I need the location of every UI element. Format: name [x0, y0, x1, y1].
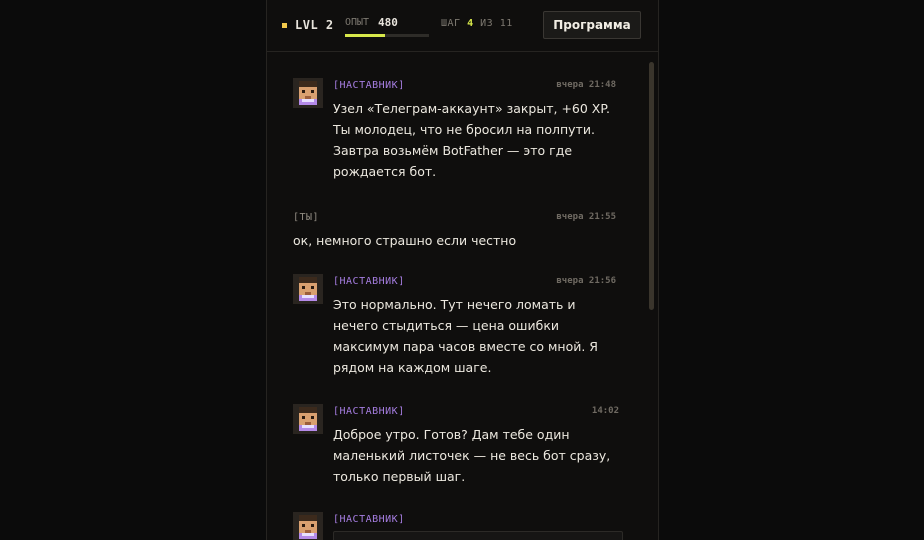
mentor-avatar-icon [293, 404, 323, 434]
message-time: вчера 21:56 [556, 276, 616, 286]
message-author: [НАСТАВНИК] [333, 276, 405, 287]
message-author: [НАСТАВНИК] [333, 406, 405, 417]
message-text: ок, немного страшно если честно [293, 233, 517, 248]
chat-scrollbar[interactable] [649, 62, 654, 310]
message-mentor: [НАСТАВНИК] 14:02 Доброе утро. Готов? Да… [293, 404, 619, 494]
xp-progress-fill [345, 34, 386, 37]
message-attachment-card[interactable] [333, 531, 623, 540]
chat-panel: LVL 2 ОПЫТ 480 ШАГ 4 ИЗ 11 Программа [НА… [266, 0, 659, 540]
level-label: LVL 2 [295, 18, 334, 32]
step-prefix: ШАГ [441, 18, 461, 29]
step-total: 11 [499, 18, 513, 29]
xp-progress-bar [345, 34, 429, 37]
message-mentor: [НАСТАВНИК] вчера 21:56 Это нормально. Т… [293, 274, 616, 384]
message-time: вчера 21:48 [556, 80, 616, 90]
step-current: 4 [467, 18, 474, 29]
message-author: [НАСТАВНИК] [333, 514, 405, 525]
step-counter: ШАГ 4 ИЗ 11 [441, 18, 513, 29]
program-button[interactable]: Программа [543, 11, 641, 39]
message-text: Узел «Телеграм-аккаунт» закрыт, +60 XP. … [333, 101, 610, 179]
xp-value: 480 [378, 16, 398, 29]
mentor-avatar-icon [293, 512, 323, 540]
message-author: [НАСТАВНИК] [333, 80, 405, 91]
mentor-avatar-icon [293, 274, 323, 304]
xp-label: ОПЫТ [345, 17, 370, 28]
message-user: [ТЫ] вчера 21:55 ок, немного страшно есл… [293, 210, 616, 250]
step-of: ИЗ [480, 18, 494, 29]
message-text: Это нормально. Тут нечего ломать и нечег… [333, 297, 598, 375]
message-author: [ТЫ] [293, 212, 320, 223]
message-time: вчера 21:55 [556, 212, 616, 222]
progress-header: LVL 2 ОПЫТ 480 ШАГ 4 ИЗ 11 Программа [267, 0, 658, 52]
message-mentor: [НАСТАВНИК] вчера 21:48 Узел «Телеграм-а… [293, 78, 616, 179]
message-time: 14:02 [591, 406, 619, 416]
message-text: Доброе утро. Готов? Дам тебе один малень… [333, 427, 611, 484]
mentor-avatar-icon [293, 78, 323, 108]
level-indicator-icon [282, 23, 287, 28]
